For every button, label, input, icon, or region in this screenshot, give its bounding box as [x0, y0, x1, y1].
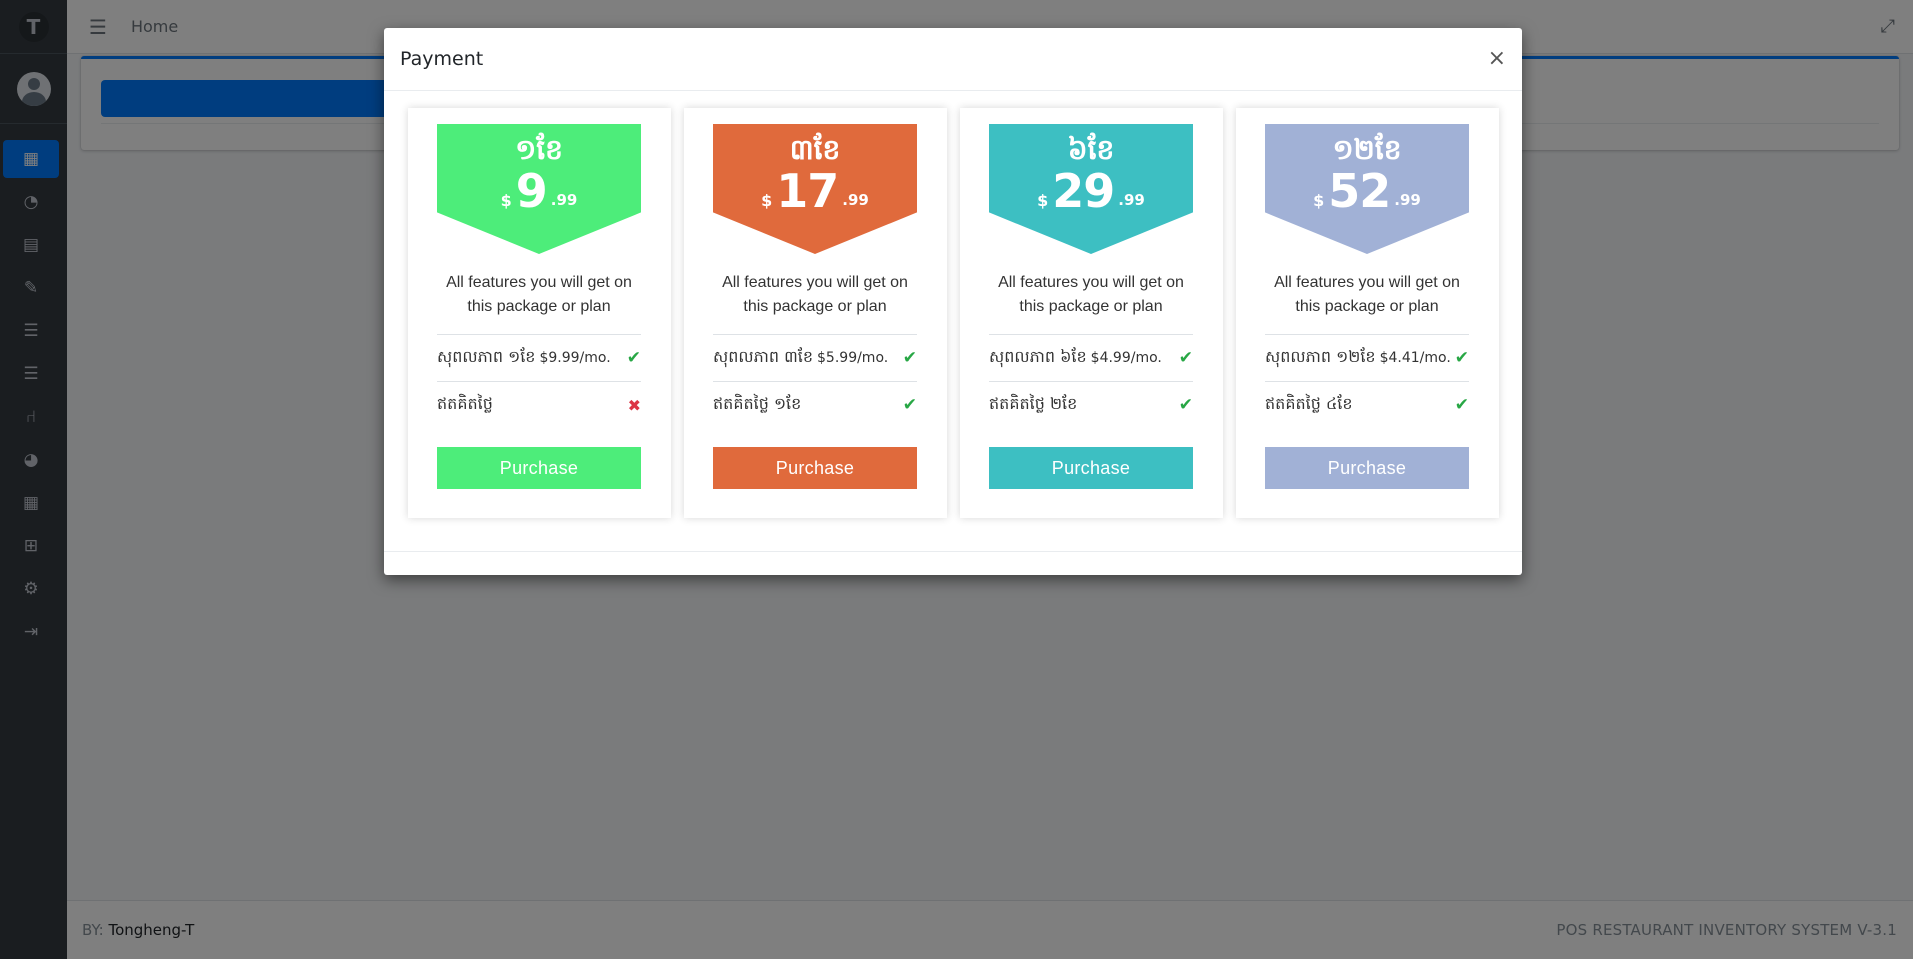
modal-title: Payment [400, 48, 484, 70]
plan-feature-text: សុពលភាព ៦ខែ $4.99/mo. [989, 346, 1162, 370]
plan-amount: 29 [1052, 164, 1115, 218]
plan-feature: ឥតគិតថ្លៃ ✖ [437, 381, 641, 428]
plan-feature-label: ឥតគិតថ្លៃ ៤ខែ [1265, 394, 1353, 413]
check-icon: ✔ [902, 348, 917, 368]
plan-feature-text: សុពលភាព ១២ខែ $4.41/mo. [1265, 346, 1451, 370]
plan-feature: សុពលភាព ៦ខែ $4.99/mo. ✔ [989, 334, 1193, 381]
plan-card: ១២ខែ $ 52 .99 All features you will get … [1236, 108, 1499, 518]
close-icon[interactable]: × [1488, 48, 1506, 70]
plan-amount: 9 [515, 164, 548, 218]
plan-duration: ៣ខែ [789, 133, 841, 166]
plan-feature-label: ឥតគិតថ្លៃ ១ខែ [713, 394, 802, 413]
plan-card: ១ខែ $ 9 .99 All features you will get on… [408, 108, 671, 518]
plan-feature-rate: $5.99/mo. [817, 350, 889, 366]
check-icon: ✔ [626, 348, 641, 368]
plan-feature-label: សុពលភាព ៦ខែ [989, 347, 1087, 366]
plan-cents: .99 [550, 191, 578, 209]
plan-feature-text: ឥតគិតថ្លៃ [437, 393, 497, 417]
plan-price: $ 17 .99 [713, 168, 917, 214]
plan-feature-label: សុពលភាព ១ខែ [437, 347, 536, 366]
check-icon: ✔ [1178, 395, 1193, 415]
plan-description: All features you will get on this packag… [446, 274, 632, 315]
plan-feature: ឥតគិតថ្លៃ ១ខែ ✔ [713, 381, 917, 428]
plan-feature: សុពលភាព ៣ខែ $5.99/mo. ✔ [713, 334, 917, 381]
plan-duration: ១២ខែ [1332, 133, 1402, 166]
plan-price: $ 29 .99 [989, 168, 1193, 214]
payment-modal: Payment × ១ខែ $ 9 .99 All features you w… [384, 28, 1522, 575]
plan-feature-label: ឥតគិតថ្លៃ ២ខែ [989, 394, 1078, 413]
check-icon: ✔ [1454, 348, 1469, 368]
plan-currency: $ [1037, 191, 1049, 210]
plan-feature-rate: $4.41/mo. [1379, 350, 1451, 366]
purchase-button[interactable]: Purchase [989, 447, 1193, 489]
plan-header: ១២ខែ $ 52 .99 [1265, 124, 1469, 254]
plan-description: All features you will get on this packag… [722, 274, 908, 315]
check-icon: ✔ [1454, 395, 1469, 415]
plan-price: $ 52 .99 [1265, 168, 1469, 214]
check-icon: ✔ [902, 395, 917, 415]
plan-header: ៦ខែ $ 29 .99 [989, 124, 1193, 254]
pricing-plans: ១ខែ $ 9 .99 All features you will get on… [408, 108, 1499, 518]
purchase-button[interactable]: Purchase [437, 447, 641, 489]
check-icon: ✔ [1178, 348, 1193, 368]
plan-feature-text: ឥតគិតថ្លៃ ៤ខែ [1265, 393, 1357, 417]
plan-feature-rate: $4.99/mo. [1090, 350, 1162, 366]
purchase-button[interactable]: Purchase [713, 447, 917, 489]
plan-price: $ 9 .99 [437, 168, 641, 214]
plan-feature: សុពលភាព ១២ខែ $4.41/mo. ✔ [1265, 334, 1469, 381]
plan-feature-label: ឥតគិតថ្លៃ [437, 394, 493, 413]
modal-footer [384, 551, 1522, 575]
modal-header: Payment × [384, 28, 1522, 91]
purchase-button[interactable]: Purchase [1265, 447, 1469, 489]
cross-icon: ✖ [627, 395, 641, 415]
plan-feature-text: ឥតគិតថ្លៃ ២ខែ [989, 393, 1081, 417]
plan-duration: ៦ខែ [1067, 133, 1115, 166]
plan-header: ១ខែ $ 9 .99 [437, 124, 641, 254]
plan-amount: 17 [776, 164, 839, 218]
plan-feature-text: សុពលភាព ១ខែ $9.99/mo. [437, 346, 611, 370]
plan-feature-label: សុពលភាព ៣ខែ [713, 347, 814, 366]
plan-currency: $ [1313, 191, 1325, 210]
plan-description: All features you will get on this packag… [998, 274, 1184, 315]
plan-feature-rate: $9.99/mo. [539, 350, 611, 366]
plan-card: ៣ខែ $ 17 .99 All features you will get o… [684, 108, 947, 518]
plan-feature: ឥតគិតថ្លៃ ៤ខែ ✔ [1265, 381, 1469, 428]
plan-header: ៣ខែ $ 17 .99 [713, 124, 917, 254]
plan-duration: ១ខែ [515, 133, 563, 166]
plan-feature-label: សុពលភាព ១២ខែ [1265, 347, 1376, 366]
plan-feature: សុពលភាព ១ខែ $9.99/mo. ✔ [437, 334, 641, 381]
plan-feature: ឥតគិតថ្លៃ ២ខែ ✔ [989, 381, 1193, 428]
plan-currency: $ [761, 191, 773, 210]
plan-feature-text: ឥតគិតថ្លៃ ១ខែ [713, 393, 805, 417]
plan-cents: .99 [1394, 191, 1421, 209]
plan-cents: .99 [842, 191, 869, 209]
plan-card: ៦ខែ $ 29 .99 All features you will get o… [960, 108, 1223, 518]
plan-feature-text: សុពលភាព ៣ខែ $5.99/mo. [713, 346, 888, 370]
plan-currency: $ [500, 191, 512, 210]
plan-amount: 52 [1328, 164, 1391, 218]
plan-cents: .99 [1118, 191, 1145, 209]
plan-description: All features you will get on this packag… [1274, 274, 1460, 315]
